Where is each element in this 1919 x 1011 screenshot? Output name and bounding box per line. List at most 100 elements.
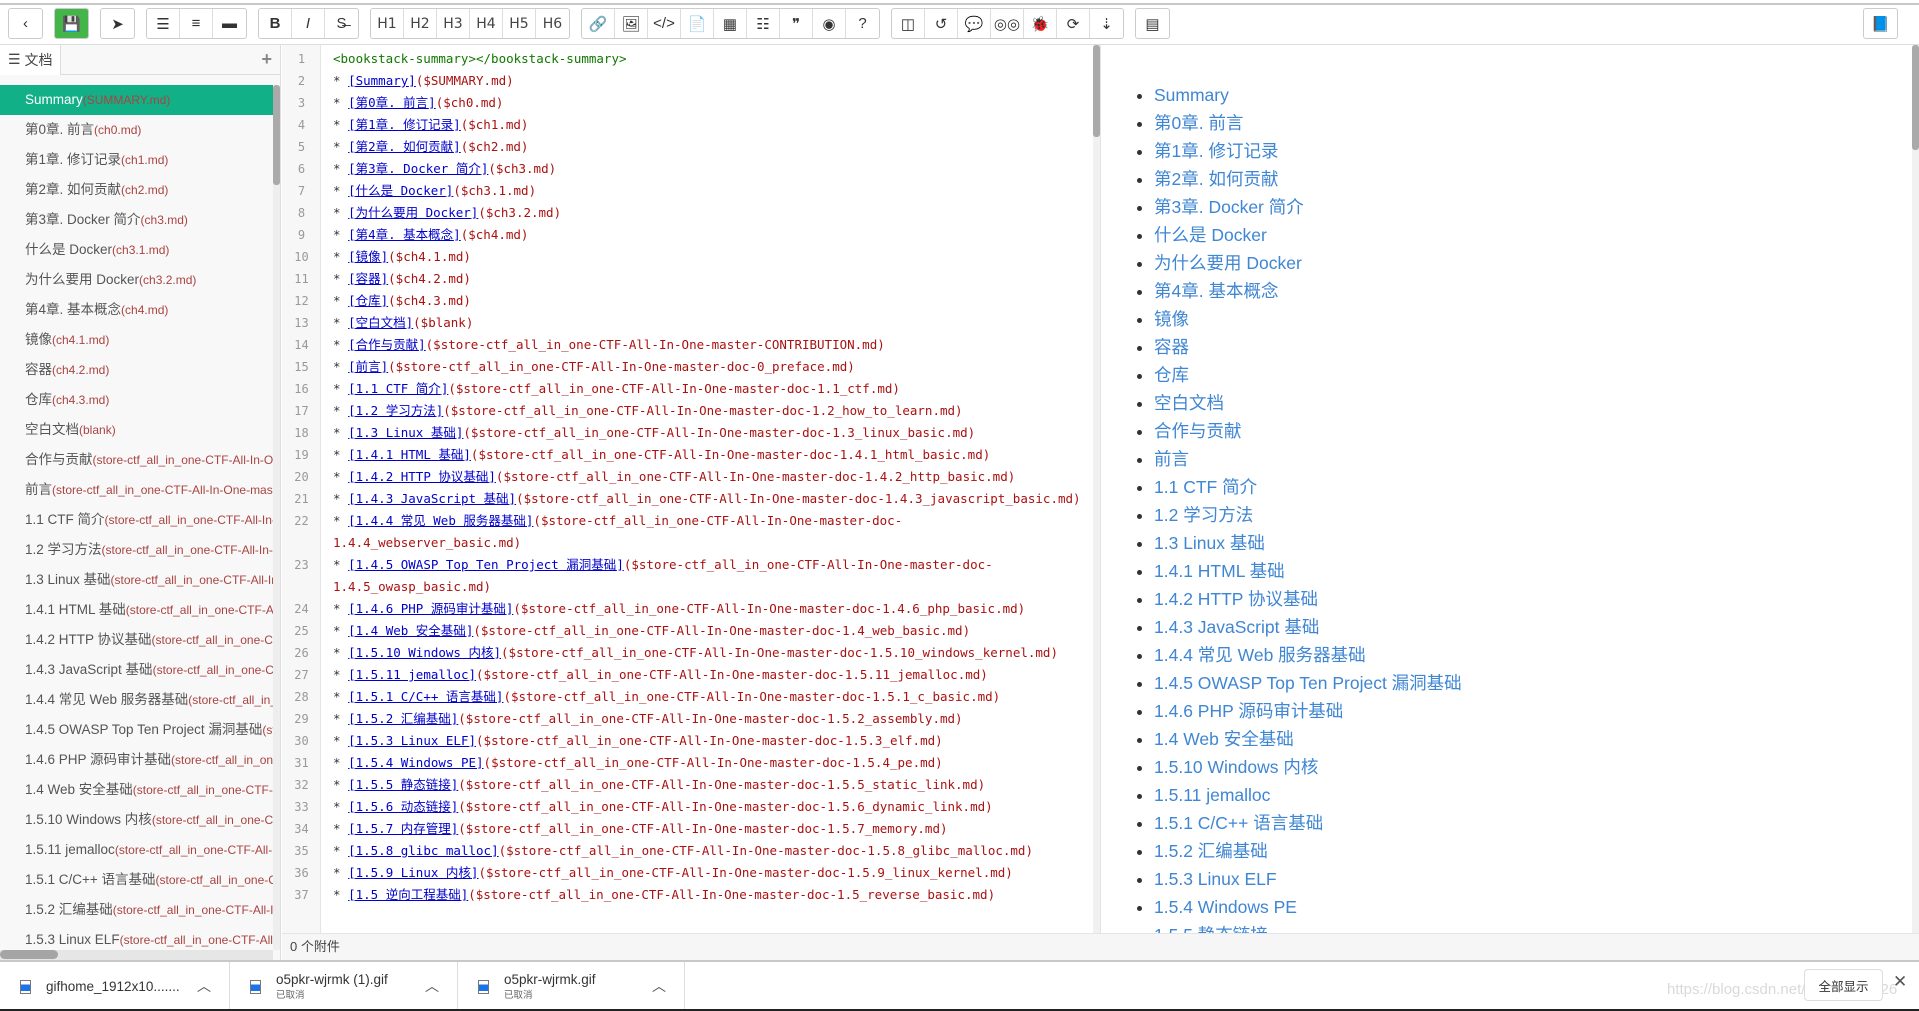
tab-documents[interactable]: ☰ 文档 — [0, 45, 62, 75]
preview-link[interactable]: 仓库 — [1154, 365, 1189, 385]
preview-link[interactable]: 1.4.5 OWASP Top Ten Project 漏洞基础 — [1154, 673, 1462, 693]
sidebar-item[interactable]: 第2章. 如何贡献(ch2.md) — [0, 175, 273, 205]
sidebar-item[interactable]: 1.5.11 jemalloc(store-ctf_all_in_one-CTF… — [0, 835, 273, 865]
code-button[interactable]: </> — [648, 9, 681, 38]
line-text[interactable]: * [第3章. Docker 简介]($ch3.md) — [333, 158, 1085, 180]
code-block-button[interactable]: 📄 — [681, 9, 714, 38]
sidebar-horizontal-scrollbar[interactable] — [0, 950, 273, 960]
preview-link[interactable]: 什么是 Docker — [1154, 225, 1267, 245]
preview-link[interactable]: 1.4.4 常见 Web 服务器基础 — [1154, 645, 1366, 665]
save-button[interactable]: 💾 — [55, 9, 88, 38]
line-text[interactable]: * [1.5.5 静态链接]($store-ctf_all_in_one-CTF… — [333, 774, 1085, 796]
toc-button[interactable]: ☷ — [747, 9, 780, 38]
sidebar-item[interactable]: Summary(SUMMARY.md) — [0, 85, 273, 115]
unordered-list-button[interactable]: ☰ — [147, 9, 180, 38]
scrollbar-thumb[interactable] — [1912, 45, 1919, 150]
sidebar-item[interactable]: 什么是 Docker(ch3.1.md) — [0, 235, 273, 265]
preview-link[interactable]: 为什么要用 Docker — [1154, 253, 1302, 273]
h6-button[interactable]: H6 — [536, 9, 569, 38]
line-text[interactable]: * [第1章. 修订记录]($ch1.md) — [333, 114, 1085, 136]
line-text[interactable]: * [1.4.2 HTTP 协议基础]($store-ctf_all_in_on… — [333, 466, 1085, 488]
italic-button[interactable]: I — [292, 9, 325, 38]
show-all-downloads-button[interactable]: 全部显示 — [1804, 969, 1883, 1001]
refresh-button[interactable]: ⟳ — [1057, 9, 1090, 38]
download-item[interactable]: gifhome_1912x10....... ︿ — [0, 962, 230, 1011]
book-icon[interactable]: 📘 — [1864, 9, 1897, 38]
line-text[interactable]: * [什么是 Docker]($ch3.1.md) — [333, 180, 1085, 202]
table-button[interactable]: ▦ — [714, 9, 747, 38]
preview-link[interactable]: 1.5.3 Linux ELF — [1154, 869, 1277, 889]
line-text[interactable]: * [镜像]($ch4.1.md) — [333, 246, 1085, 268]
strikethrough-button[interactable]: S̶ — [325, 9, 358, 38]
preview-link[interactable]: 1.1 CTF 简介 — [1154, 477, 1257, 497]
line-text[interactable]: * [第2章. 如何贡献]($ch2.md) — [333, 136, 1085, 158]
preview-link[interactable]: 第1章. 修订记录 — [1154, 141, 1278, 161]
h2-button[interactable]: H2 — [404, 9, 437, 38]
preview-link[interactable]: 1.2 学习方法 — [1154, 505, 1253, 525]
sidebar-item[interactable]: 合作与贡献(store-ctf_all_in_one-CTF-All-In-On… — [0, 445, 273, 475]
line-text[interactable]: * [仓库]($ch4.3.md) — [333, 290, 1085, 312]
sidebar-item[interactable]: 1.4.4 常见 Web 服务器基础(store-ctf_all_in_one-… — [0, 685, 273, 715]
preview-link[interactable]: 1.4.2 HTTP 协议基础 — [1154, 589, 1318, 609]
line-text[interactable]: * [为什么要用 Docker]($ch3.2.md) — [333, 202, 1085, 224]
link-button[interactable]: 🔗 — [582, 9, 615, 38]
preview-button[interactable]: ◎◎ — [991, 9, 1024, 38]
preview-link[interactable]: 1.5.4 Windows PE — [1154, 897, 1297, 917]
document-button[interactable]: ▤ — [1136, 9, 1169, 38]
line-text[interactable]: * [1.5.8 glibc malloc]($store-ctf_all_in… — [333, 840, 1085, 862]
help-button[interactable]: ? — [846, 9, 879, 38]
image-button[interactable]: 🖼 — [615, 9, 648, 38]
sidebar-item[interactable]: 1.4 Web 安全基础(store-ctf_all_in_one-CTF-Al… — [0, 775, 273, 805]
chevron-up-icon[interactable]: ︿ — [197, 976, 211, 996]
sidebar-item[interactable]: 1.5.1 C/C++ 语言基础(store-ctf_all_in_one-CT… — [0, 865, 273, 895]
preview-link[interactable]: 1.4.6 PHP 源码审计基础 — [1154, 701, 1343, 721]
line-text[interactable]: * [1.2 学习方法]($store-ctf_all_in_one-CTF-A… — [333, 400, 1085, 422]
sidebar-item[interactable]: 第1章. 修订记录(ch1.md) — [0, 145, 273, 175]
preview-link[interactable]: 第2章. 如何贡献 — [1154, 169, 1278, 189]
sort-button[interactable]: ⇣ — [1090, 9, 1123, 38]
line-text[interactable]: * [空白文档]($blank) — [333, 312, 1085, 334]
comment-button[interactable]: 💬 — [958, 9, 991, 38]
preview-link[interactable]: 1.5.5 静态链接 — [1154, 925, 1268, 933]
line-text[interactable]: * [1.5.1 C/C++ 语言基础]($store-ctf_all_in_o… — [333, 686, 1085, 708]
attachment-status[interactable]: 0 个附件 — [282, 933, 1919, 960]
sidebar-item[interactable]: 第3章. Docker 简介(ch3.md) — [0, 205, 273, 235]
page-scrollbar[interactable] — [1912, 45, 1919, 933]
preview-link[interactable]: 镜像 — [1154, 309, 1189, 329]
sidebar-item[interactable]: 镜像(ch4.1.md) — [0, 325, 273, 355]
line-text[interactable]: * [1.5.11 jemalloc]($store-ctf_all_in_on… — [333, 664, 1085, 686]
sidebar-item[interactable]: 1.4.2 HTTP 协议基础(store-ctf_all_in_one-CTF… — [0, 625, 273, 655]
line-text[interactable]: * [1.4.1 HTML 基础]($store-ctf_all_in_one-… — [333, 444, 1085, 466]
line-text[interactable]: * [1.4.3 JavaScript 基础]($store-ctf_all_i… — [333, 488, 1085, 510]
sidebar-item[interactable]: 第4章. 基本概念(ch4.md) — [0, 295, 273, 325]
scrollbar-thumb[interactable] — [273, 85, 280, 185]
preview-link[interactable]: 容器 — [1154, 337, 1189, 357]
chevron-up-icon[interactable]: ︿ — [652, 976, 666, 996]
line-text[interactable]: * [1.3 Linux 基础]($store-ctf_all_in_one-C… — [333, 422, 1085, 444]
preview-link[interactable]: 空白文档 — [1154, 393, 1224, 413]
preview-link[interactable]: 1.4.3 JavaScript 基础 — [1154, 617, 1319, 637]
debug-button[interactable]: 🐞 — [1024, 9, 1057, 38]
preview-link[interactable]: 合作与贡献 — [1154, 421, 1242, 441]
line-text[interactable]: * [第0章. 前言]($ch0.md) — [333, 92, 1085, 114]
preview-link[interactable]: 第4章. 基本概念 — [1154, 281, 1278, 301]
line-text[interactable]: * [1.5 逆向工程基础]($store-ctf_all_in_one-CTF… — [333, 884, 1085, 906]
preview-link[interactable]: 第0章. 前言 — [1154, 113, 1243, 133]
sidebar-item[interactable]: 1.4.6 PHP 源码审计基础(store-ctf_all_in_one-CT… — [0, 745, 273, 775]
sidebar-item[interactable]: 1.3 Linux 基础(store-ctf_all_in_one-CTF-Al… — [0, 565, 273, 595]
preview-link[interactable]: 第3章. Docker 简介 — [1154, 197, 1304, 217]
h1-button[interactable]: H1 — [371, 9, 404, 38]
line-text[interactable]: * [1.5.9 Linux 内核]($store-ctf_all_in_one… — [333, 862, 1085, 884]
sidebar-item[interactable]: 为什么要用 Docker(ch3.2.md) — [0, 265, 273, 295]
download-item[interactable]: o5pkr-wjrmk (1).gif 已取消 ︿ — [230, 962, 458, 1011]
line-text[interactable]: * [1.4.4 常见 Web 服务器基础]($store-ctf_all_in… — [333, 510, 1085, 554]
line-text[interactable]: * [1.5.2 汇编基础]($store-ctf_all_in_one-CTF… — [333, 708, 1085, 730]
line-text[interactable]: * [1.5.6 动态链接]($store-ctf_all_in_one-CTF… — [333, 796, 1085, 818]
preview-link[interactable]: 1.4.1 HTML 基础 — [1154, 561, 1285, 581]
h4-button[interactable]: H4 — [470, 9, 503, 38]
bold-button[interactable]: B — [259, 9, 292, 38]
sidebar-item[interactable]: 1.4.3 JavaScript 基础(store-ctf_all_in_one… — [0, 655, 273, 685]
back-button[interactable]: ‹ — [9, 9, 42, 38]
sidebar-item[interactable]: 1.1 CTF 简介(store-ctf_all_in_one-CTF-All-… — [0, 505, 273, 535]
h5-button[interactable]: H5 — [503, 9, 536, 38]
